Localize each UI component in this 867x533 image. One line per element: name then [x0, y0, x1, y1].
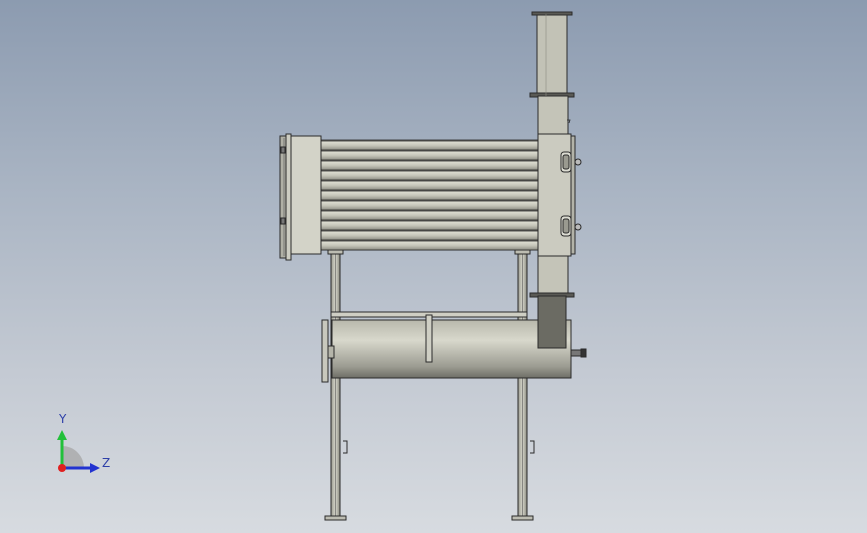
coordinate-triad: Y Z [48, 410, 128, 485]
cad-model-heat-exchanger[interactable] [0, 0, 867, 533]
left-header-box[interactable] [279, 133, 322, 261]
tube-bank[interactable] [319, 139, 539, 251]
y-axis-label: Y [59, 412, 67, 426]
support-frame[interactable] [324, 249, 535, 521]
z-axis-label: Z [102, 456, 111, 470]
graphics-viewport[interactable]: Y Z [0, 0, 867, 533]
right-header-box[interactable] [537, 119, 582, 257]
